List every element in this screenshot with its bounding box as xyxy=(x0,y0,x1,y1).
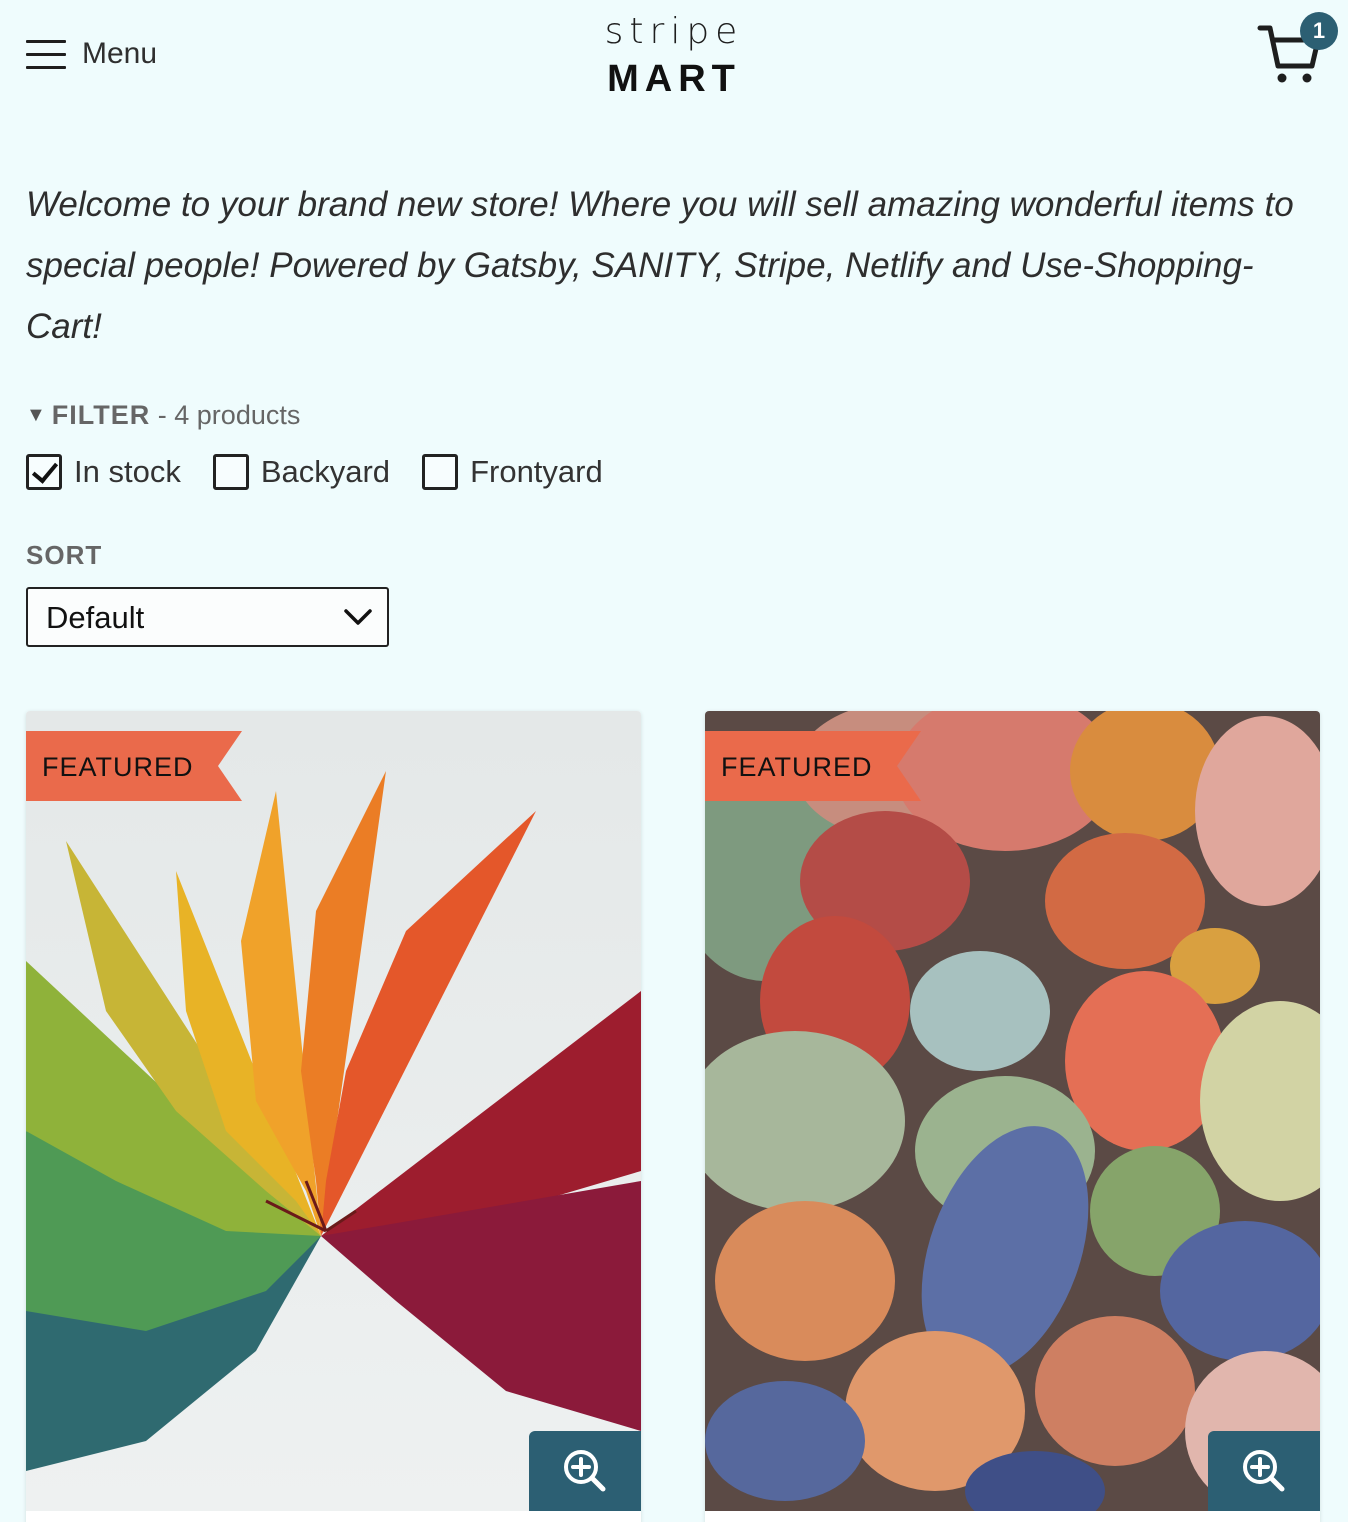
colorful-pebbles-image[interactable] xyxy=(705,711,1320,1511)
sort-select[interactable]: Default xyxy=(26,587,389,647)
filter-options: In stock Backyard Frontyard xyxy=(26,452,635,492)
product-card[interactable]: FEATURED xyxy=(26,711,641,1522)
filter-in-stock[interactable]: In stock xyxy=(26,452,181,492)
backyard-label[interactable]: Backyard xyxy=(261,452,390,492)
zoom-button[interactable] xyxy=(529,1431,641,1511)
zoom-button[interactable] xyxy=(1208,1431,1320,1511)
triangle-down-icon: ▼ xyxy=(26,404,46,426)
filter-backyard[interactable]: Backyard xyxy=(212,452,390,492)
filter-toggle[interactable]: ▼ FILTER - 4 products xyxy=(26,398,300,432)
zoom-in-icon[interactable] xyxy=(1242,1449,1286,1493)
menu-label[interactable]: Menu xyxy=(82,36,157,72)
featured-badge-text: FEATURED xyxy=(721,752,873,782)
sort-label: SORT xyxy=(26,540,103,570)
product-card[interactable]: FEATURED xyxy=(705,711,1320,1522)
zoom-in-icon[interactable] xyxy=(563,1449,607,1493)
cart-count-badge: 1 xyxy=(1300,12,1338,50)
chevron-down-icon[interactable] xyxy=(343,607,373,627)
in-stock-label[interactable]: In stock xyxy=(74,452,181,492)
frontyard-checkbox[interactable] xyxy=(422,454,459,490)
featured-badge-text: FEATURED xyxy=(42,752,194,782)
store-logo[interactable]: stripe MART xyxy=(574,12,774,102)
menu-button[interactable]: Menu xyxy=(26,36,157,72)
product-count: - 4 products xyxy=(150,400,301,430)
filter-frontyard[interactable]: Frontyard xyxy=(422,452,603,492)
filter-title: FILTER xyxy=(51,400,151,430)
sort-selected-value[interactable]: Default xyxy=(46,599,144,637)
welcome-text: Welcome to your brand new store! Where y… xyxy=(26,185,1294,346)
backyard-checkbox[interactable] xyxy=(212,454,249,490)
hamburger-icon[interactable] xyxy=(26,38,66,70)
site-header: Menu stripe MART 1 xyxy=(0,0,1348,120)
cart-button[interactable]: 1 xyxy=(1254,8,1340,88)
in-stock-checkbox[interactable] xyxy=(26,454,62,490)
frontyard-label[interactable]: Frontyard xyxy=(470,452,603,492)
featured-badge: FEATURED xyxy=(26,731,242,801)
store-page: Menu stripe MART 1 Welcome to your brand… xyxy=(0,0,1348,1522)
logo-bottom-text[interactable]: MART xyxy=(574,56,774,102)
featured-badge: FEATURED xyxy=(705,731,921,801)
autumn-leaves-image[interactable] xyxy=(26,711,641,1511)
logo-top-text[interactable]: stripe xyxy=(574,12,774,52)
